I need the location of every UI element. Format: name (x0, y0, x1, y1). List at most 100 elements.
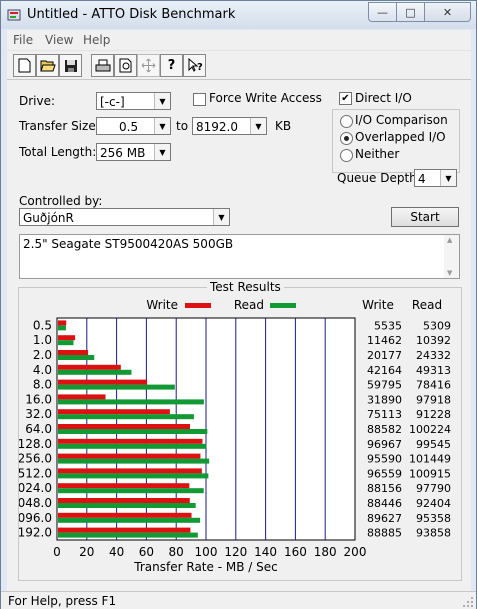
read-bar (58, 399, 204, 405)
x-tick-label: 120 (224, 545, 247, 559)
io-comparison-label: I/O Comparison (355, 113, 448, 127)
menu-bar: File View Help (7, 30, 471, 51)
y-tick-label: 16.0 (25, 392, 52, 406)
write-bar (58, 364, 121, 370)
read-bar (58, 517, 201, 523)
chevron-down-icon: ▼ (440, 170, 456, 186)
y-tick-label: 8192.0 (19, 526, 52, 540)
menu-view[interactable]: View (45, 33, 73, 47)
queue-depth-label: Queue Depth: (337, 171, 421, 185)
chevron-down-icon: ▼ (213, 209, 229, 225)
read-bar (58, 340, 74, 346)
write-value: 96967 (367, 438, 402, 451)
read-value: 93858 (416, 527, 451, 540)
title-bar[interactable]: Untitled - ATTO Disk Benchmark — □ ✕ (1, 1, 476, 29)
y-tick-label: 4.0 (33, 363, 52, 377)
write-bar (58, 350, 89, 355)
read-bar (58, 443, 207, 449)
read-bar (58, 414, 194, 420)
new-icon[interactable] (13, 54, 36, 77)
y-tick-label: 1.0 (33, 333, 52, 347)
write-bar (58, 512, 192, 518)
read-bar (58, 532, 198, 538)
queue-depth-select[interactable]: 4 ▼ (414, 169, 457, 187)
close-button[interactable]: ✕ (425, 2, 471, 22)
status-bar: For Help, press F1 (1, 591, 476, 609)
print-preview-icon[interactable] (114, 54, 137, 77)
description-textarea[interactable]: 2.5" Seagate ST9500420AS 500GB ▲ ▼ (19, 234, 460, 279)
maximize-button[interactable]: □ (396, 2, 425, 22)
svg-text:?: ? (197, 62, 203, 73)
x-tick-label: 20 (79, 545, 94, 559)
legend-read-swatch (270, 303, 296, 308)
toolbar: ? ? (7, 51, 471, 80)
write-bar (58, 483, 190, 489)
write-value: 59795 (367, 379, 402, 392)
write-column-header: Write (362, 298, 394, 312)
y-tick-label: 32.0 (25, 407, 52, 421)
save-icon[interactable] (59, 54, 82, 77)
read-bar (58, 458, 210, 464)
drive-label: Drive: (19, 94, 56, 108)
write-bar (58, 409, 170, 415)
help-icon[interactable]: ? (160, 54, 183, 77)
x-tick-label: 60 (139, 545, 154, 559)
open-icon[interactable] (36, 54, 59, 77)
read-value: 100915 (409, 467, 451, 480)
read-value: 99545 (416, 438, 451, 451)
legend-write-label: Write (146, 298, 178, 312)
read-value: 95358 (416, 512, 451, 525)
legend-read-label: Read (234, 298, 264, 312)
drive-select[interactable]: [-c-] ▼ (96, 92, 171, 110)
transfer-size-from-select[interactable]: 0.5 ▼ (96, 117, 171, 135)
y-tick-label: 256.0 (19, 452, 52, 466)
minimize-button[interactable]: — (368, 2, 396, 22)
write-value: 42164 (367, 364, 402, 377)
context-help-icon[interactable]: ? (183, 54, 206, 77)
write-bar (58, 453, 201, 459)
overlapped-io-radio[interactable] (340, 132, 353, 145)
transfer-size-to-select[interactable]: 8192.0 ▼ (192, 117, 267, 135)
test-results-group: Test Results 0 20 40 60 80 100 120 140 160 180 200… (18, 280, 462, 581)
write-value: 95590 (367, 453, 402, 466)
write-value: 5535 (374, 319, 402, 332)
force-write-label: Force Write Access (209, 91, 322, 105)
x-tick-label: 100 (195, 545, 218, 559)
x-axis-label: Transfer Rate - MB / Sec (133, 560, 277, 574)
chevron-down-icon: ▼ (154, 118, 170, 134)
app-window: Untitled - ATTO Disk Benchmark — □ ✕ Fil… (0, 0, 477, 609)
write-bar (58, 335, 76, 341)
write-bar (58, 468, 202, 474)
controlled-by-label: Controlled by: (19, 194, 103, 208)
print-icon[interactable] (91, 54, 114, 77)
read-bar (58, 355, 95, 360)
app-icon (7, 9, 21, 21)
chevron-down-icon: ▼ (154, 93, 170, 109)
total-length-select[interactable]: 256 MB ▼ (96, 143, 171, 161)
read-bar (58, 369, 132, 375)
y-tick-label: 4096.0 (19, 511, 52, 525)
write-bar (58, 394, 106, 400)
read-column-header: Read (412, 298, 442, 312)
read-value: 78416 (416, 379, 451, 392)
force-write-checkbox[interactable] (193, 93, 206, 106)
y-tick-label: 512.0 (19, 466, 52, 480)
read-bar (58, 488, 204, 494)
total-length-label: Total Length: (19, 145, 97, 159)
y-tick-label: 2.0 (33, 348, 52, 362)
read-value: 97918 (416, 393, 451, 406)
read-value: 100224 (409, 423, 451, 436)
start-button[interactable]: Start (391, 207, 459, 227)
resize-grip-icon[interactable] (462, 596, 474, 608)
status-text: For Help, press F1 (8, 594, 117, 608)
scrollbar[interactable]: ▲ ▼ (444, 235, 459, 278)
direct-io-checkbox[interactable]: ✔ (339, 92, 352, 105)
controlled-by-select[interactable]: GuðjónR ▼ (19, 208, 230, 226)
kb-label: KB (275, 119, 292, 133)
read-value: 92404 (416, 497, 451, 510)
x-tick-label: 0 (53, 545, 61, 559)
neither-radio[interactable] (340, 149, 353, 162)
menu-file[interactable]: File (13, 33, 33, 47)
menu-help[interactable]: Help (83, 33, 110, 47)
io-comparison-radio[interactable] (340, 115, 353, 128)
